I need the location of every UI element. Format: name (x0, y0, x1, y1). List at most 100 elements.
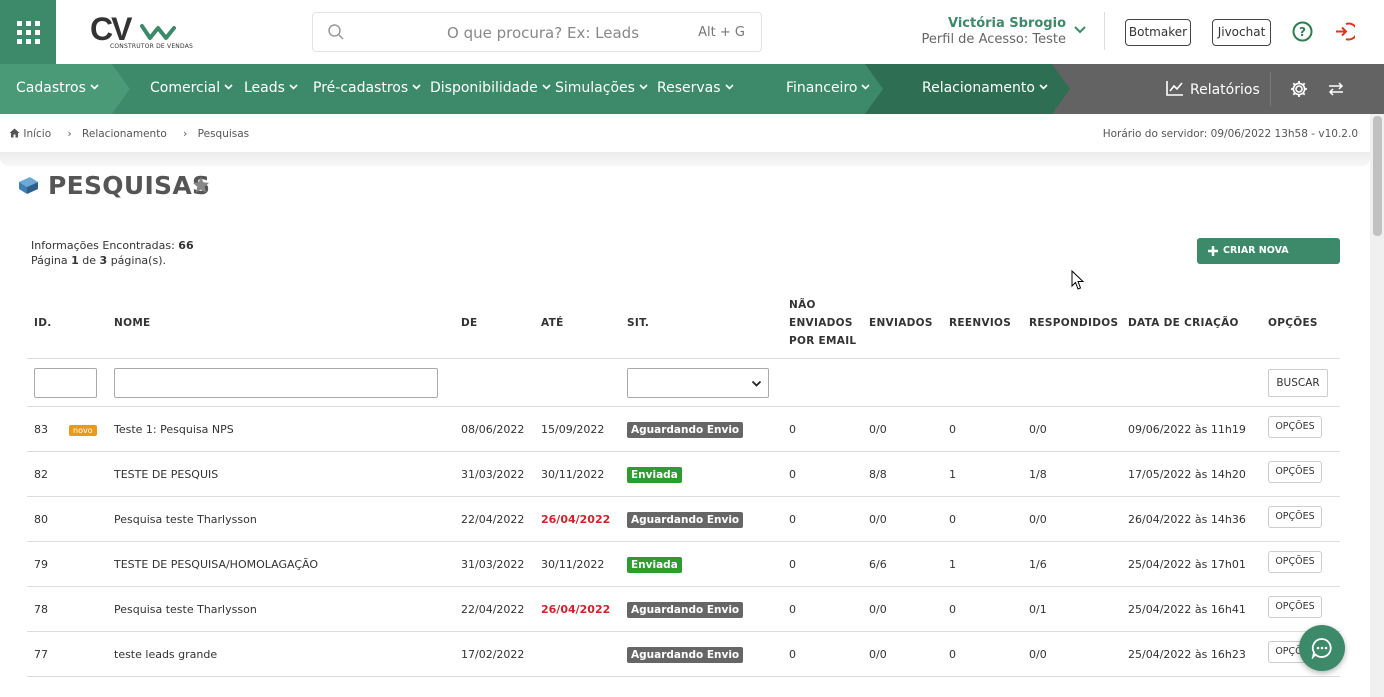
nav-financeiro[interactable]: Financeiro (786, 80, 871, 96)
table-row[interactable]: 80 Pesquisa teste Tharlysson 22/04/2022 26/… (27, 497, 1340, 542)
table-row[interactable]: 78 Pesquisa teste Tharlysson 22/04/2022 26/… (27, 587, 1340, 632)
cell-answered: 0/0 (1029, 423, 1047, 436)
results-label: Informações Encontradas: (31, 239, 175, 252)
gear-icon[interactable] (1290, 80, 1308, 98)
results-number: 66 (178, 239, 194, 252)
nav-disponibilidade[interactable]: Disponibilidade (430, 80, 551, 96)
chevron-down-icon (861, 84, 871, 90)
logo-subtitle: CONSTRUTOR DE VENDAS (110, 43, 194, 50)
botmaker-button[interactable]: Botmaker (1125, 19, 1191, 46)
nav-label: Disponibilidade (430, 80, 538, 96)
filter-id-input[interactable] (34, 368, 97, 398)
col-sent[interactable]: ENVIADOS (869, 314, 933, 332)
breadcrumb-relacionamento[interactable]: Relacionamento (82, 128, 167, 140)
swap-icon[interactable] (1328, 82, 1344, 96)
logout-icon[interactable] (1334, 21, 1355, 42)
table-row[interactable]: 77 teste leads grande 17/02/2022 0 0/0 0 0/0 25… (27, 632, 1340, 677)
col-to[interactable]: ATÉ (541, 314, 564, 332)
col-options: OPÇÕES (1268, 317, 1318, 329)
options-button[interactable]: OPÇÕES (1268, 461, 1322, 483)
cell-sent: 0/0 (869, 603, 887, 616)
apps-grid-button[interactable] (0, 0, 56, 64)
svg-text:?: ? (1299, 25, 1306, 39)
search-shortcut: Alt + G (698, 25, 745, 40)
survey-icon (19, 177, 38, 194)
options-button[interactable]: OPÇÕES (1268, 551, 1322, 573)
mouse-cursor-icon (1071, 270, 1085, 290)
options-button[interactable]: OPÇÕES (1268, 506, 1322, 528)
col-from[interactable]: DE (461, 314, 478, 332)
cell-name: Pesquisa teste Tharlysson (114, 603, 257, 616)
results-count: Informações Encontradas: 66 (31, 239, 194, 252)
nav-comercial[interactable]: Comercial (150, 80, 233, 96)
grid-dot (16, 29, 22, 35)
grid-dot (25, 29, 31, 35)
nav-reservas[interactable]: Reservas (657, 80, 734, 96)
col-created[interactable]: DATA DE CRIAÇÃO (1128, 314, 1239, 332)
cell-resends: 0 (949, 603, 956, 616)
cell-name: teste leads grande (114, 648, 218, 661)
help-icon[interactable]: ? (1292, 21, 1313, 42)
nav-relacionamento[interactable]: Relacionamento (922, 80, 1048, 96)
star-icon[interactable] (192, 176, 210, 194)
col-resends[interactable]: REENVIOS (949, 314, 1011, 332)
cell-from: 17/02/2022 (461, 648, 525, 661)
options-button[interactable]: OPÇÕES (1268, 416, 1322, 438)
home-icon[interactable] (9, 128, 20, 138)
cell-not-sent: 0 (789, 648, 796, 661)
col-id[interactable]: ID. (34, 314, 52, 332)
search-input[interactable]: O que procura? Ex: Leads (447, 24, 639, 42)
search-icon (328, 24, 344, 40)
nav-leads[interactable]: Leads (244, 80, 298, 96)
cell-sent: 0/0 (869, 423, 887, 436)
col-name[interactable]: NOME (114, 314, 151, 332)
options-button[interactable]: OPÇÕES (1268, 596, 1322, 618)
nav-simulacoes[interactable]: Simulações (555, 80, 648, 96)
cell-name: Teste 1: Pesquisa NPS (114, 423, 234, 436)
create-survey-button[interactable]: CRIAR NOVA PESQUISA (1197, 238, 1340, 282)
cell-from: 31/03/2022 (461, 468, 525, 481)
col-not-sent[interactable]: NÃO ENVIADOS POR EMAIL (789, 296, 856, 350)
table-row[interactable]: 83 Teste 1: Pesquisa NPS 08/06/2022 15/09/2… (27, 407, 1340, 452)
grid-dot (34, 38, 40, 44)
server-time: Horário do servidor: 09/06/2022 13h58 - … (1102, 128, 1358, 140)
status-badge: Enviada (627, 557, 682, 573)
user-name[interactable]: Victória Sbrogio (948, 16, 1066, 31)
chat-button[interactable] (1299, 625, 1345, 671)
nav-cadastros[interactable]: Cadastros (16, 80, 99, 96)
cell-answered: 0/1 (1029, 603, 1047, 616)
status-badge: Aguardando Envio (627, 602, 744, 618)
cell-created: 25/04/2022 às 16h23 (1128, 648, 1246, 661)
cell-from: 08/06/2022 (461, 423, 525, 436)
cell-to: 30/11/2022 (541, 468, 605, 481)
cell-not-sent: 0 (789, 513, 796, 526)
cell-created: 25/04/2022 às 17h01 (1128, 558, 1246, 571)
status-badge: Aguardando Envio (627, 512, 744, 528)
nav-label: Cadastros (16, 80, 86, 96)
cell-id: 80 (34, 513, 48, 526)
col-status[interactable]: SIT. (627, 314, 649, 332)
cell-resends: 0 (949, 513, 956, 526)
nav-label: Simulações (555, 80, 635, 96)
jivochat-button[interactable]: Jivochat (1212, 19, 1271, 46)
nav-relatorios[interactable]: Relatórios (1166, 80, 1260, 98)
breadcrumb-inicio[interactable]: Início (23, 128, 51, 140)
nav-label: Reservas (657, 80, 721, 96)
scrollbar-thumb[interactable] (1373, 116, 1382, 236)
global-search[interactable]: O que procura? Ex: Leads Alt + G (312, 12, 762, 52)
col-not-sent-l2: ENVIADOS (789, 317, 853, 329)
nav-pre-cadastros[interactable]: Pré-cadastros (313, 80, 421, 96)
cell-sent: 0/0 (869, 648, 887, 661)
chart-line-icon (1166, 81, 1183, 96)
divider (27, 358, 1340, 359)
filter-status-select[interactable] (627, 368, 769, 398)
search-button[interactable]: BUSCAR (1268, 369, 1328, 397)
status-badge: Aguardando Envio (627, 647, 744, 663)
chevron-down-icon[interactable] (1074, 25, 1086, 35)
table-row[interactable]: 82 TESTE DE PESQUIS 31/03/2022 30/11/2022 0 8… (27, 452, 1340, 497)
chevron-down-icon (1039, 84, 1048, 90)
table-row[interactable]: 79 TESTE DE PESQUISA/HOMOLAGAÇÃO 31/03/202… (27, 542, 1340, 587)
col-answered[interactable]: RESPONDIDOS (1029, 314, 1118, 332)
cell-sent: 0/0 (869, 513, 887, 526)
filter-name-input[interactable] (114, 368, 438, 398)
